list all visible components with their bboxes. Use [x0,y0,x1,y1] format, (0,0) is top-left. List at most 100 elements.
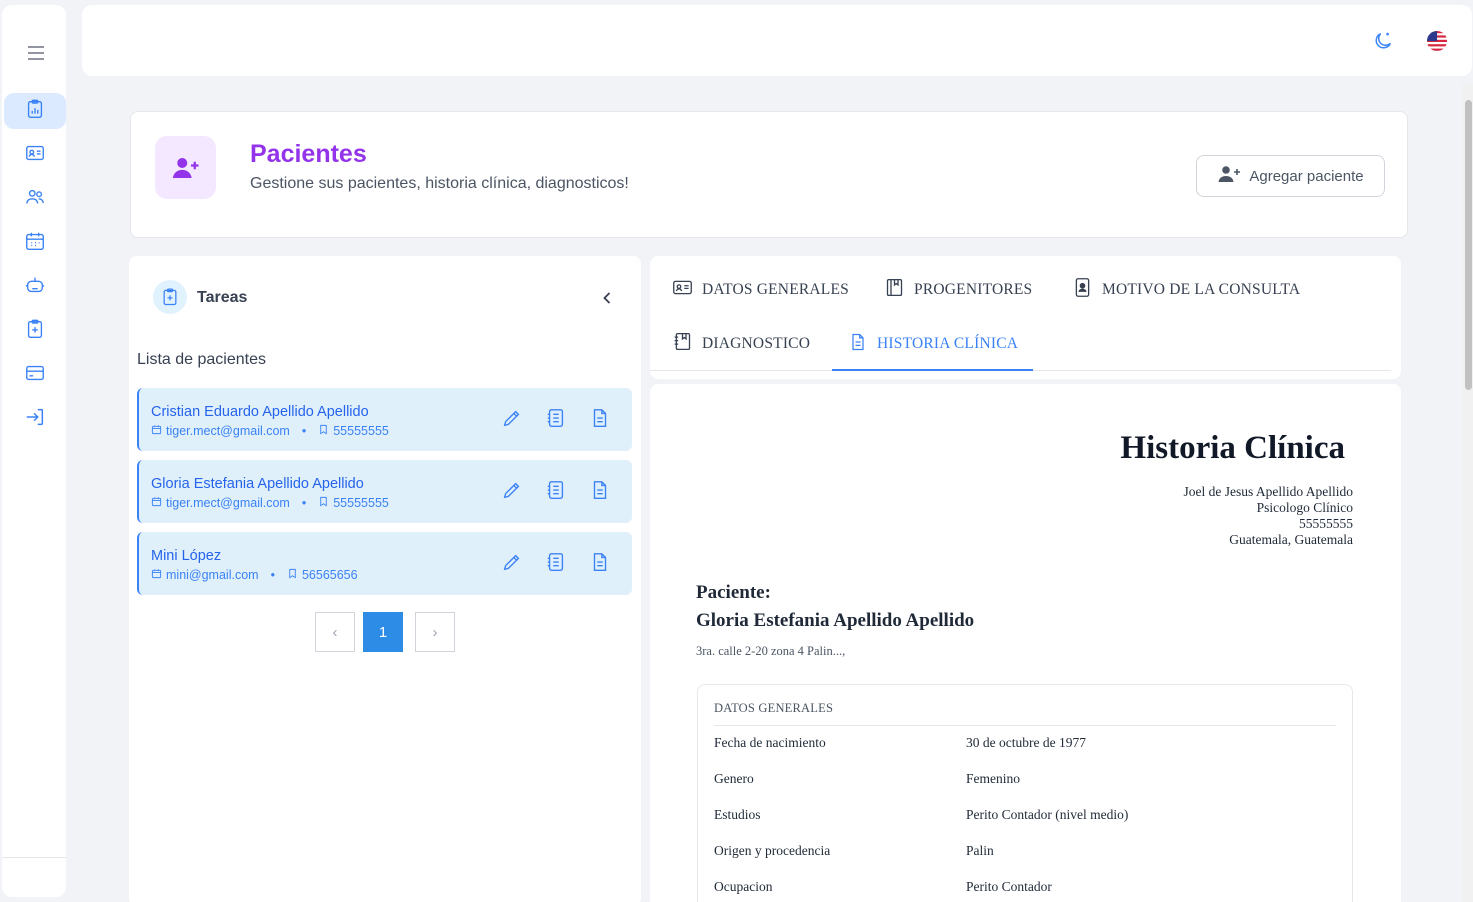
bookmark-icon [318,496,329,510]
section-divider [714,725,1336,726]
tab-motivo-consulta[interactable]: MOTIVO DE LA CONSULTA [1072,277,1300,303]
field-label: Ocupacion [714,879,773,894]
patient-card[interactable]: Gloria Estefania Apellido Apellido tiger… [137,460,632,523]
clipboard-chart-icon [24,98,46,125]
field-value: Femenino [966,771,1020,786]
patient-card[interactable]: Mini López mini@gmail.com • 56565656 [137,532,632,595]
notes-list-icon[interactable] [544,406,568,430]
patient-meta: tiger.mect@gmail.com • 55555555 [151,424,389,438]
patient-label: Paciente: [696,582,771,603]
field-value: Perito Contador [966,879,1052,894]
field-label: Origen y procedencia [714,843,831,858]
patient-name[interactable]: Mini López [151,548,221,564]
tab-diagnostico[interactable]: DIAGNOSTICO [672,331,810,357]
pagination-next-button[interactable]: › [415,612,455,652]
active-tab-indicator [832,369,1033,371]
patient-email: tiger.mect@gmail.com [166,496,290,510]
tab-label: PROGENITORES [914,281,1033,298]
sidebar-item-users[interactable] [4,181,66,217]
patient-phone: 55555555 [333,424,389,438]
moon-icon[interactable] [1371,29,1395,53]
contact-icon [1072,277,1093,303]
patient-phone: 55555555 [333,496,389,510]
patient-name[interactable]: Cristian Eduardo Apellido Apellido [151,404,369,420]
patient-full-name: Gloria Estefania Apellido Apellido [696,610,975,631]
users-icon [24,186,46,213]
edit-pencil-icon[interactable] [500,478,524,502]
patient-meta: mini@gmail.com • 56565656 [151,568,358,582]
patient-address: 3ra. calle 2-20 zona 4 Palin..., [696,644,846,658]
sidebar-item-patients[interactable] [4,137,66,173]
doctor-info: Joel de Jesus Apellido Apellido Psicolog… [1184,484,1354,548]
record-tabs: DATOS GENERALES PROGENITORES MOTIVO DE L… [650,256,1401,379]
separator-dot: • [301,424,307,438]
sidebar-item-assistant[interactable] [4,269,66,305]
field-label: Fecha de nacimiento [714,735,826,750]
field-value: Perito Contador (nivel medio) [966,807,1129,822]
add-patient-label: Agregar paciente [1249,167,1364,185]
calendar-icon [151,496,162,510]
general-data-section: DATOS GENERALES Fecha de nacimiento 30 d… [697,684,1353,902]
tasks-panel: Tareas Lista de pacientes Cristian Eduar… [129,256,641,902]
notes-list-icon[interactable] [544,550,568,574]
hamburger-menu-icon[interactable] [24,41,48,65]
add-patient-button[interactable]: Agregar paciente [1196,155,1385,197]
field-label: Estudios [714,807,761,822]
patient-email: tiger.mect@gmail.com [166,424,290,438]
document-icon[interactable] [588,478,612,502]
page-title: Pacientes [250,140,367,168]
robot-icon [24,274,46,301]
clipboard-plus-icon [24,318,46,345]
tasks-title: Tareas [197,289,248,306]
tab-label: DIAGNOSTICO [702,335,811,352]
credit-card-icon [24,362,46,389]
patient-phone: 56565656 [301,568,358,582]
sidebar-item-logout[interactable] [4,401,66,437]
book-icon [884,277,905,303]
topbar [82,5,1472,76]
patient-name[interactable]: Gloria Estefania Apellido Apellido [151,476,364,492]
collapse-panel-chevron-icon[interactable] [597,288,617,308]
tab-progenitores[interactable]: PROGENITORES [884,277,1032,303]
calendar-icon [151,424,162,438]
field-value: Palin [966,843,994,858]
sidebar-item-payments[interactable] [4,357,66,393]
patient-card[interactable]: Cristian Eduardo Apellido Apellido tiger… [137,388,632,451]
doctor-name: Joel de Jesus Apellido Apellido [1183,484,1354,499]
patient-email: mini@gmail.com [166,568,259,582]
us-flag-icon[interactable] [1425,29,1449,53]
separator-dot: • [270,568,275,582]
patient-meta: tiger.mect@gmail.com • 55555555 [151,496,389,510]
document-icon [848,332,868,357]
section-title: DATOS GENERALES [714,701,834,715]
edit-pencil-icon[interactable] [500,550,524,574]
field-label: Genero [714,771,754,786]
edit-pencil-icon[interactable] [500,406,524,430]
tab-historia-clinica[interactable]: HISTORIA CLÍNICA [848,331,1018,357]
tab-label: MOTIVO DE LA CONSULTA [1102,281,1301,298]
sidebar-item-tasks[interactable] [4,313,66,349]
calendar-icon [24,230,46,257]
logout-icon [24,406,46,433]
notes-list-icon[interactable] [544,478,568,502]
add-user-icon [155,136,216,199]
pagination-page-1[interactable]: 1 [363,612,403,652]
tab-label: DATOS GENERALES [702,281,849,298]
bookmark-icon [287,568,298,582]
tab-label: HISTORIA CLÍNICA [877,335,1019,352]
document-icon[interactable] [588,550,612,574]
id-card-icon [24,142,46,169]
document-icon[interactable] [588,406,612,430]
pagination-prev-button[interactable]: ‹ [315,612,355,652]
sidebar-item-calendar[interactable] [4,225,66,261]
sidebar-item-dashboard[interactable] [4,93,66,129]
doctor-phone: 55555555 [1299,516,1353,531]
page-subtitle: Gestione sus pacientes, historia clínica… [250,175,629,192]
sidebar [2,5,66,897]
tab-datos-generales[interactable]: DATOS GENERALES [672,277,849,303]
page-scrollbar-thumb[interactable] [1465,100,1472,390]
document-title: Historia Clínica [1120,430,1345,466]
id-card-icon [672,277,693,303]
sidebar-divider [2,857,66,858]
doctor-title: Psicologo Clínico [1256,500,1353,515]
